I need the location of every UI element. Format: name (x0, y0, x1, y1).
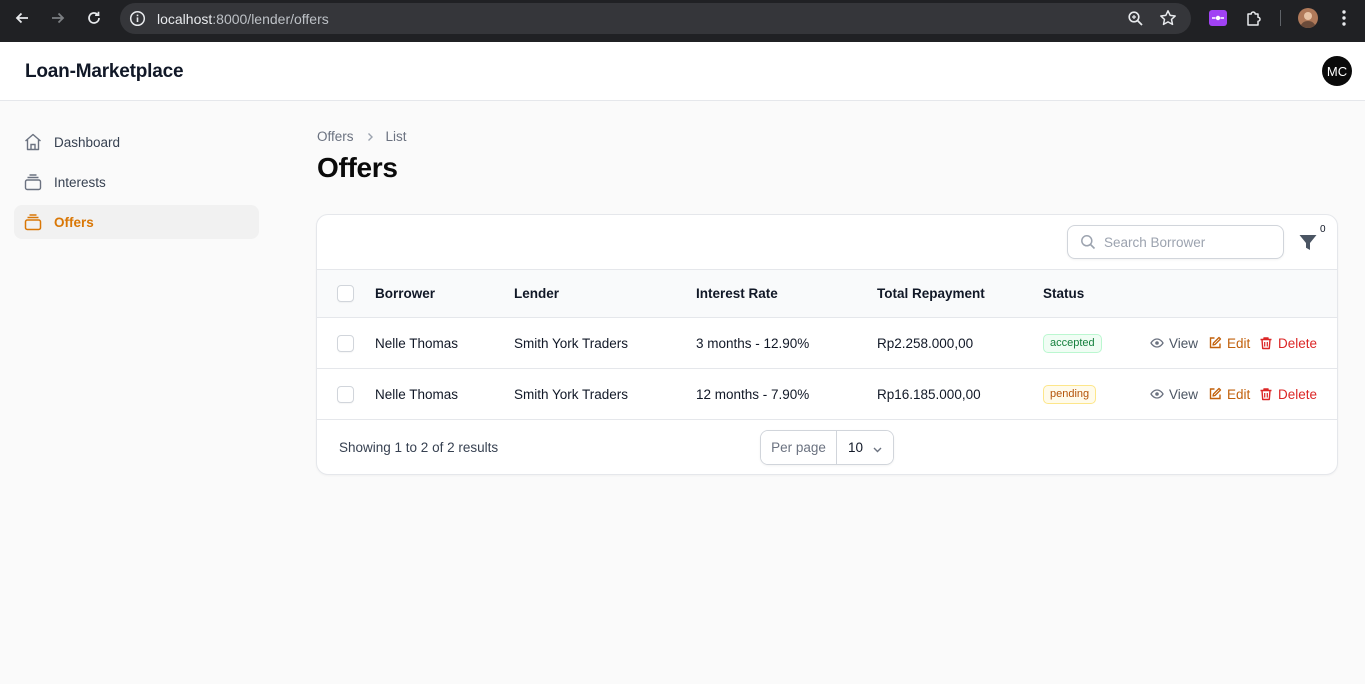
view-button[interactable]: View (1150, 336, 1198, 351)
reload-icon[interactable] (83, 7, 105, 29)
filter-icon[interactable] (1297, 232, 1319, 254)
borrower-cell: Nelle Thomas (375, 335, 459, 351)
edit-label: Edit (1227, 386, 1251, 402)
search-icon (1080, 234, 1096, 255)
row-checkbox[interactable] (337, 385, 354, 403)
view-label: View (1169, 386, 1199, 402)
stack-icon (23, 212, 43, 232)
borrower-cell: Nelle Thomas (375, 386, 459, 402)
forward-icon[interactable] (47, 7, 69, 29)
page-title: Offers (317, 152, 398, 183)
extension-icon[interactable] (1209, 10, 1227, 26)
per-page-label: Per page (761, 431, 837, 464)
sidebar-item-label: Dashboard (54, 134, 121, 150)
trash-icon (1259, 387, 1273, 401)
interest-rate-cell: 12 months - 7.90% (696, 386, 810, 402)
row-checkbox[interactable] (337, 334, 354, 352)
per-page-select[interactable]: 10 (837, 431, 893, 464)
column-header-total-repayment[interactable]: Total Repayment (877, 270, 985, 317)
trash-icon (1259, 336, 1273, 350)
eye-icon (1150, 387, 1164, 401)
results-summary: Showing 1 to 2 of 2 results (339, 440, 499, 455)
total-repayment-cell: Rp16.185.000,00 (877, 386, 981, 402)
status-badge: accepted (1043, 333, 1102, 353)
interest-rate-cell: 3 months - 12.90% (696, 335, 810, 351)
sidebar-item-label: Offers (54, 214, 94, 230)
delete-label: Delete (1278, 335, 1318, 351)
sidebar-item-dashboard[interactable]: Dashboard (14, 125, 259, 159)
edit-icon (1208, 387, 1222, 401)
table-header: Borrower Lender Interest Rate Total Repa… (317, 270, 1337, 318)
column-header-lender[interactable]: Lender (514, 270, 559, 317)
column-header-interest-rate[interactable]: Interest Rate (696, 270, 778, 317)
sidebar-item-interests[interactable]: Interests (14, 165, 259, 199)
table-toolbar: 0 (317, 215, 1337, 270)
select-all-checkbox[interactable] (337, 285, 354, 302)
offers-table-card: 0 Borrower Lender Interest Rate Total Re… (316, 214, 1338, 475)
per-page-control: Per page 10 (760, 430, 894, 465)
delete-button[interactable]: Delete (1259, 387, 1317, 402)
browser-chrome: localhost:8000/lender/offers (0, 0, 1365, 42)
lender-cell: Smith York Traders (514, 386, 629, 402)
delete-label: Delete (1278, 386, 1318, 402)
back-icon[interactable] (11, 7, 33, 29)
per-page-value: 10 (848, 440, 864, 455)
sidebar-item-offers[interactable]: Offers (14, 205, 259, 239)
user-avatar[interactable]: MC (1322, 56, 1352, 86)
search-input[interactable] (1104, 232, 1274, 252)
home-icon (23, 132, 43, 152)
delete-button[interactable]: Delete (1259, 336, 1317, 351)
toolbar-divider (1280, 10, 1281, 26)
chevron-right-icon (365, 132, 375, 142)
table-footer: Showing 1 to 2 of 2 results Per page 10 (317, 420, 1337, 474)
view-button[interactable]: View (1150, 387, 1198, 402)
browser-menu-icon[interactable] (1337, 9, 1351, 27)
view-label: View (1169, 335, 1199, 351)
edit-button[interactable]: Edit (1208, 387, 1250, 402)
edit-button[interactable]: Edit (1208, 336, 1250, 351)
eye-icon (1150, 336, 1164, 350)
status-badge: pending (1043, 384, 1097, 404)
url-text: localhost:8000/lender/offers (157, 11, 329, 27)
url-path: :8000/lender/offers (212, 11, 329, 27)
edit-label: Edit (1227, 335, 1251, 351)
column-header-status[interactable]: Status (1043, 270, 1084, 317)
filter-count-badge: 0 (1320, 224, 1326, 235)
brand-logo[interactable]: Loan-Marketplace (25, 61, 184, 83)
table-row: Nelle Thomas Smith York Traders 12 month… (317, 369, 1337, 420)
breadcrumb-parent-link[interactable]: Offers (317, 129, 354, 144)
zoom-icon[interactable] (1127, 10, 1144, 27)
chevron-down-icon (872, 443, 883, 458)
sidebar: Dashboard Interests Offers (14, 125, 259, 245)
total-repayment-cell: Rp2.258.000,00 (877, 335, 974, 351)
address-bar[interactable]: localhost:8000/lender/offers (120, 3, 1191, 34)
sidebar-item-label: Interests (54, 174, 106, 190)
extensions-puzzle-icon[interactable] (1245, 9, 1263, 27)
table-row: Nelle Thomas Smith York Traders 3 months… (317, 318, 1337, 369)
lender-cell: Smith York Traders (514, 335, 629, 351)
url-host: localhost (157, 11, 213, 27)
column-header-borrower[interactable]: Borrower (375, 270, 435, 317)
select-all-checkbox-cell (337, 270, 354, 317)
bookmark-star-icon[interactable] (1159, 9, 1177, 27)
edit-icon (1208, 336, 1222, 350)
breadcrumb-current: List (385, 129, 407, 144)
app-header: Loan-Marketplace MC (0, 42, 1365, 101)
stack-icon (23, 172, 43, 192)
profile-avatar-icon[interactable] (1298, 8, 1318, 28)
breadcrumb: Offers List (317, 129, 407, 144)
site-info-icon[interactable] (129, 10, 146, 27)
search-box[interactable] (1067, 225, 1284, 259)
